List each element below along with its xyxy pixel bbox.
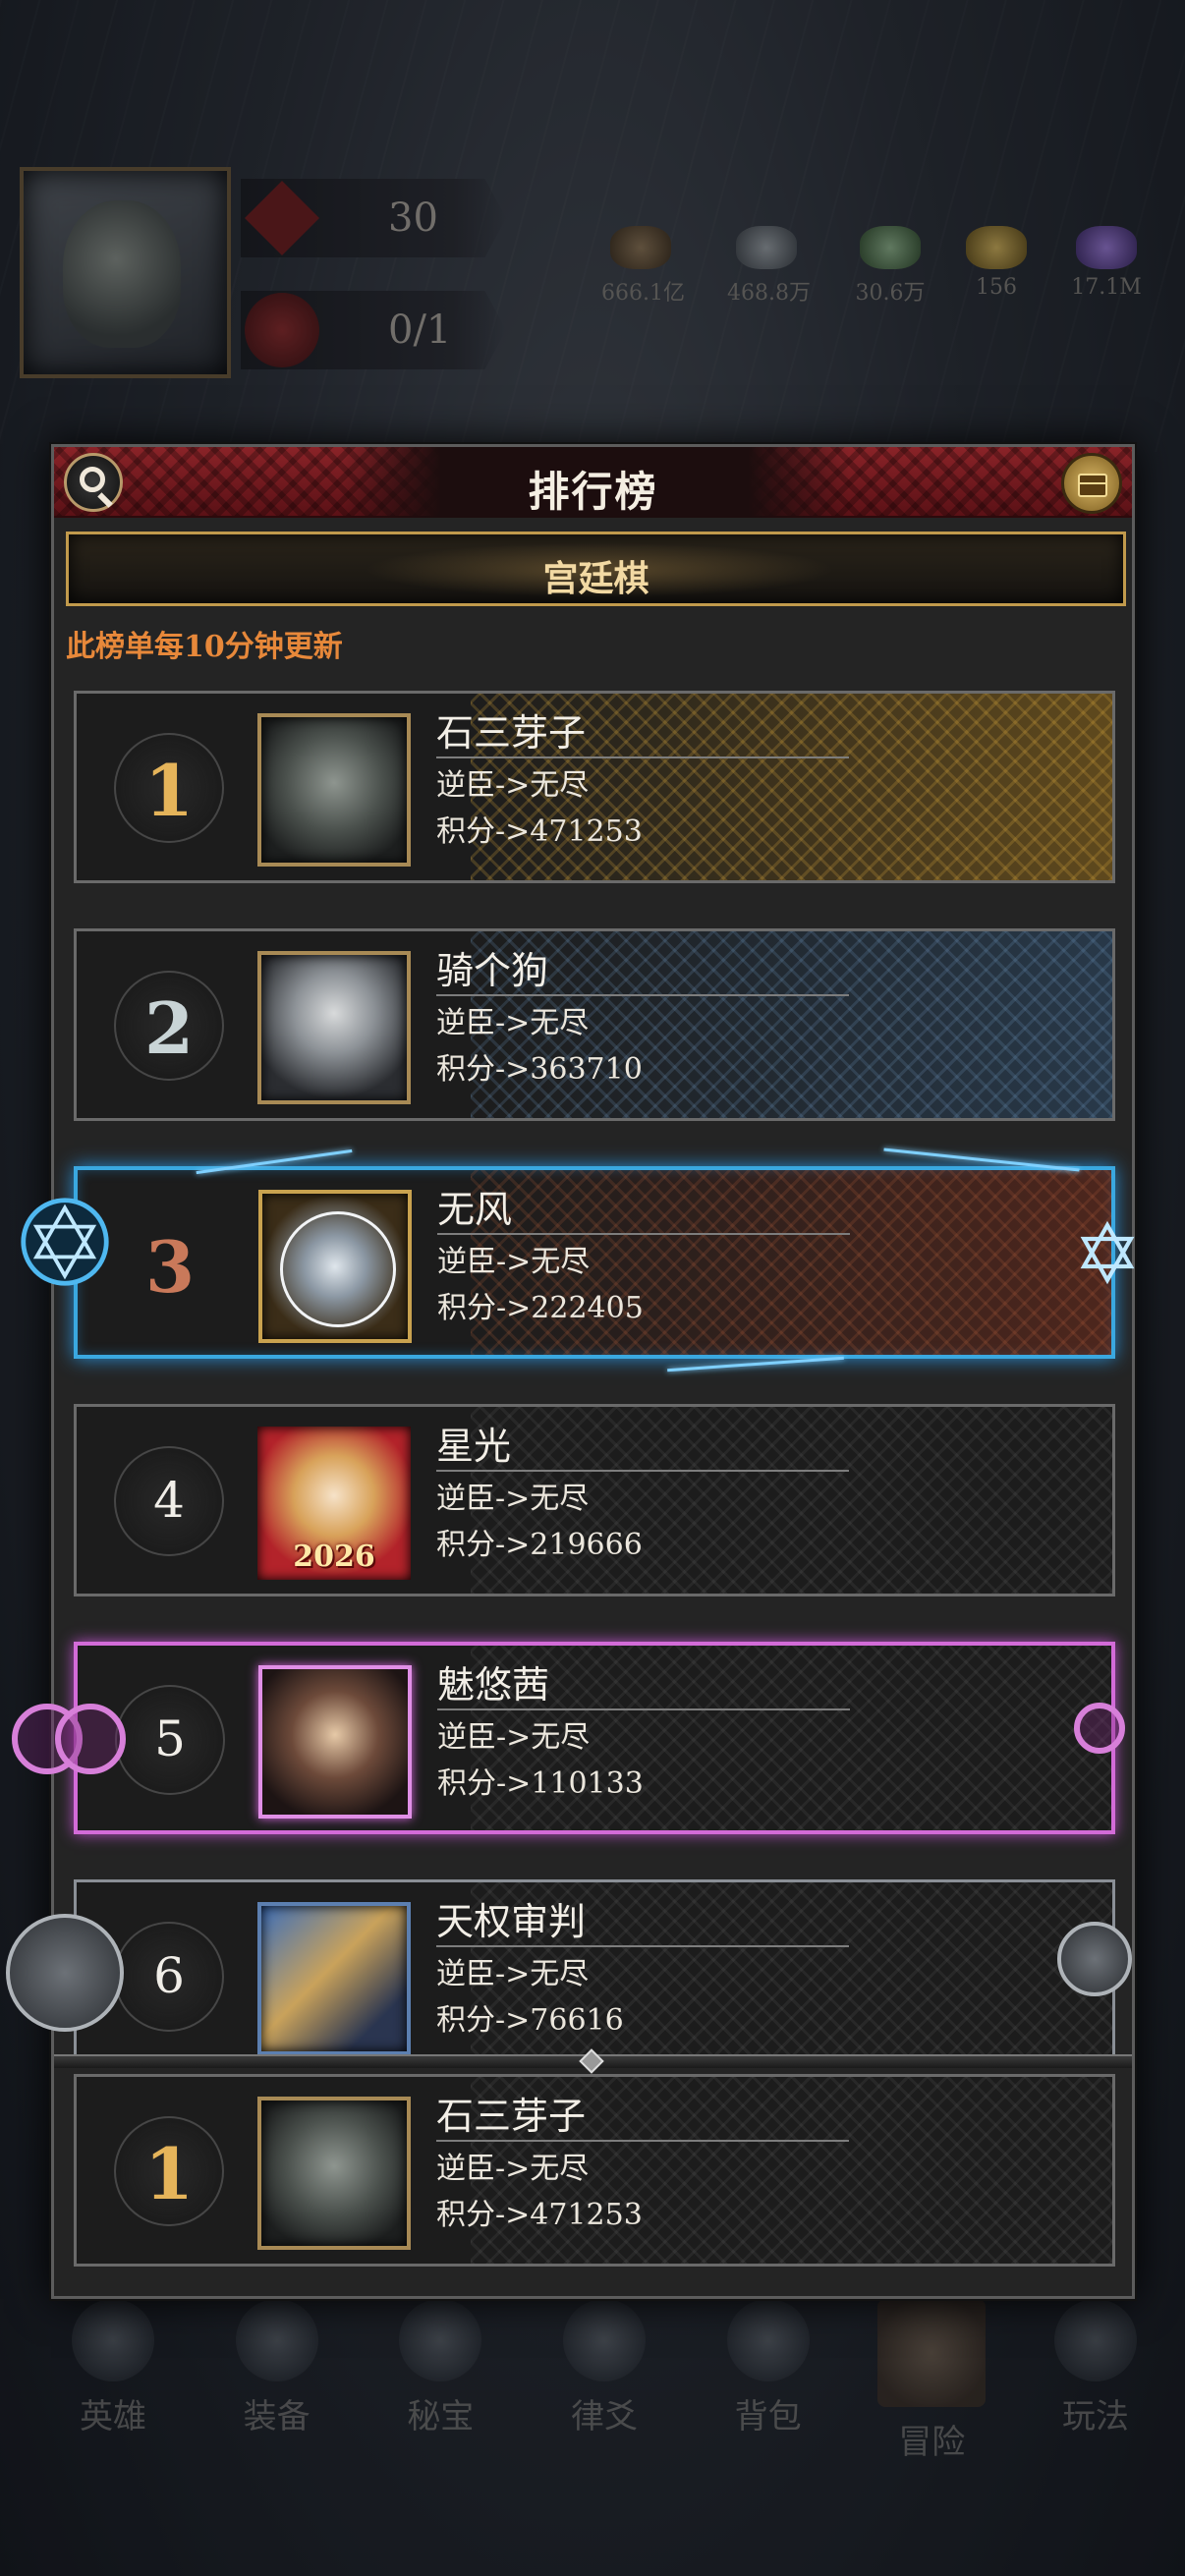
eye-icon	[562, 2299, 646, 2381]
self-divider	[54, 2048, 1132, 2074]
avatar[interactable]	[258, 1190, 412, 1343]
avatar[interactable]	[257, 951, 411, 1104]
player-score: 积分->363710	[436, 1052, 643, 1087]
hud-level-value: 30	[388, 196, 438, 241]
chalice-icon	[399, 2299, 482, 2381]
bag-icon	[726, 2299, 810, 2381]
player-name: 石三芽子	[436, 2091, 849, 2142]
rank-number: 5	[154, 1710, 186, 1767]
hexagram-emblem-icon	[18, 1195, 112, 1289]
treasure-chest-icon	[1078, 474, 1107, 497]
rank-number: 2	[143, 986, 195, 1070]
rank-row[interactable]: 4 2026 星光 逆臣->无尽 积分->219666	[74, 1404, 1115, 1596]
rank-number: 1	[143, 749, 195, 832]
mask-badge-icon	[245, 293, 319, 367]
nav-runes[interactable]: 律爻	[531, 2289, 678, 2486]
player-title: 逆臣->无尽	[436, 1006, 590, 1040]
rank-row[interactable]: 1 石三芽子 逆臣->无尽 积分->471253	[74, 691, 1115, 883]
rank-list[interactable]: 1 石三芽子 逆臣->无尽 积分->471253 2 骑个狗 逆臣->无尽 积分…	[54, 675, 1132, 2056]
avatar[interactable]	[257, 2097, 411, 2250]
avatar[interactable]	[257, 1902, 411, 2055]
sword-icon	[235, 2299, 318, 2381]
player-title: 逆臣->无尽	[437, 1720, 591, 1755]
ore-icon	[610, 226, 671, 269]
avatar[interactable]: 2026	[257, 1427, 411, 1580]
bottom-nav: 英雄 装备 秘宝 律爻 背包 冒险 玩法	[39, 2289, 1169, 2486]
player-portrait[interactable]	[20, 167, 231, 378]
nav-treasure[interactable]: 秘宝	[367, 2289, 514, 2486]
player-name: 天权审判	[436, 1896, 849, 1947]
hero-icon	[72, 2299, 154, 2381]
rune-badge-icon	[245, 181, 319, 255]
player-name: 骑个狗	[436, 945, 849, 996]
reward-button[interactable]	[1061, 453, 1122, 514]
player-name: 无风	[437, 1184, 850, 1235]
rank-row[interactable]: 5 魅悠茜 逆臣->无尽 积分->110133	[74, 1642, 1125, 1834]
orc-face-icon	[63, 200, 181, 348]
resource-item: 468.8万	[727, 226, 811, 307]
player-score: 积分->76616	[436, 2003, 624, 2038]
avatar-year-label: 2026	[293, 1540, 375, 1574]
resource-item: 156	[957, 226, 1036, 300]
hud-count-value: 0/1	[388, 308, 452, 353]
player-score: 积分->471253	[436, 814, 643, 849]
leaderboard-panel: 排行榜 宫廷棋 此榜单每10分钟更新 1 石三芽子 逆臣->无尽 积分->471…	[51, 444, 1135, 2299]
search-button[interactable]	[64, 453, 123, 512]
rank-number: 1	[143, 2132, 195, 2215]
background-hud: 30 0/1 666.1亿 468.8万 30.6万 156 17.1M	[0, 0, 1185, 452]
crystal-icon	[860, 226, 921, 269]
rank-row[interactable]: 2 骑个狗 逆臣->无尽 积分->363710	[74, 928, 1115, 1121]
nav-heroes[interactable]: 英雄	[39, 2289, 187, 2486]
avatar[interactable]	[258, 1665, 412, 1819]
resource-item: 30.6万	[851, 226, 930, 307]
tab-court-chess[interactable]: 宫廷棋	[66, 532, 1126, 606]
nav-equipment[interactable]: 装备	[203, 2289, 351, 2486]
player-title: 逆臣->无尽	[436, 768, 590, 803]
player-name: 石三芽子	[436, 707, 849, 758]
panel-title: 排行榜	[528, 468, 658, 516]
avatar[interactable]	[257, 713, 411, 867]
rank-number: 6	[153, 1947, 185, 2004]
nav-bag[interactable]: 背包	[695, 2289, 842, 2486]
rank-row[interactable]: 3 无风 逆臣->无尽 积分->222405	[74, 1148, 1115, 1372]
player-score: 积分->110133	[437, 1766, 644, 1801]
scale-ornament-icon	[1057, 1922, 1132, 1996]
player-title: 逆臣->无尽	[436, 2152, 590, 2186]
player-title: 逆臣->无尽	[436, 1957, 590, 1991]
hud-level-stat: 30	[241, 179, 506, 257]
rank-number: 4	[153, 1472, 185, 1529]
player-name: 魅悠茜	[437, 1659, 850, 1710]
rank-number: 3	[144, 1225, 196, 1309]
resource-item: 666.1亿	[601, 226, 685, 307]
self-rank-row[interactable]: 1 石三芽子 逆臣->无尽 积分->471253	[74, 2074, 1115, 2267]
rank-row[interactable]: 6 天权审判 逆臣->无尽 积分->76616	[74, 1879, 1132, 2056]
ring-ornament-icon	[1074, 1703, 1125, 1754]
player-title: 逆臣->无尽	[436, 1482, 590, 1516]
gate-icon	[1053, 2299, 1137, 2381]
resource-item: 17.1M	[1067, 226, 1146, 300]
panel-header: 排行榜	[54, 447, 1132, 518]
player-name: 星光	[436, 1421, 849, 1472]
ring-ornament-icon	[55, 1704, 126, 1774]
update-notice: 此榜单每10分钟更新	[66, 630, 343, 664]
player-score: 积分->222405	[437, 1291, 644, 1325]
hud-count-stat: 0/1	[241, 291, 506, 369]
gold-icon	[966, 226, 1027, 269]
crossed-swords-icon	[877, 2299, 987, 2407]
tab-label: 宫廷棋	[542, 558, 649, 599]
gem-icon	[1076, 226, 1137, 269]
stone-icon	[736, 226, 797, 269]
scale-emblem-icon	[6, 1914, 124, 2032]
nav-modes[interactable]: 玩法	[1022, 2289, 1169, 2486]
player-title: 逆臣->无尽	[437, 1245, 591, 1279]
small-hexagram-icon	[1073, 1218, 1142, 1287]
player-score: 积分->471253	[436, 2198, 643, 2232]
player-score: 积分->219666	[436, 1528, 643, 1562]
nav-adventure[interactable]: 冒险	[858, 2289, 1005, 2486]
